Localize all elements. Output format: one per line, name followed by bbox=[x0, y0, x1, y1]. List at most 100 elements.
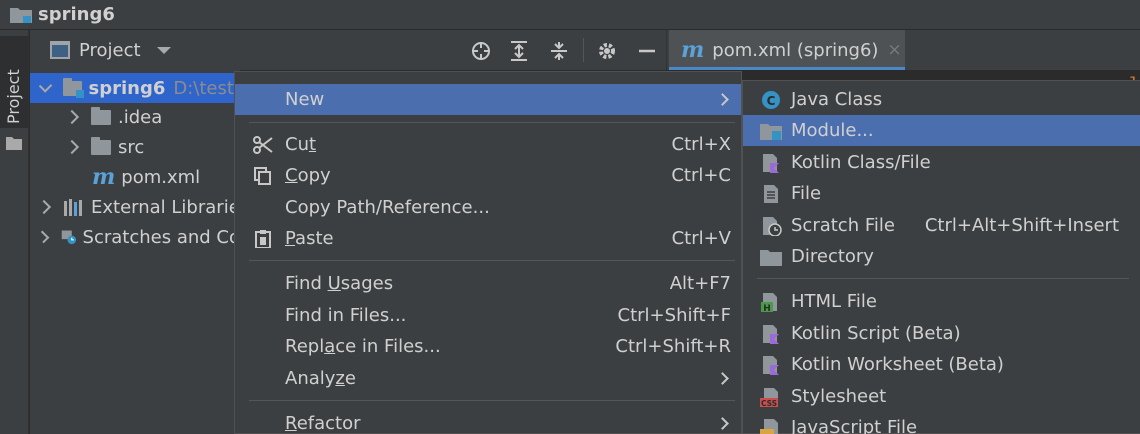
submenu-item-label: Kotlin Worksheet (Beta) bbox=[791, 354, 1004, 375]
menu-item-analyze[interactable]: Analyze bbox=[235, 363, 741, 394]
chevron-down-icon[interactable] bbox=[38, 78, 53, 93]
submenu-item-directory[interactable]: Directory bbox=[743, 241, 1140, 272]
tree-item-idea[interactable]: .idea bbox=[30, 102, 240, 132]
editor-tab-label: pom.xml (spring6) bbox=[712, 39, 879, 61]
scratch-file-icon bbox=[763, 217, 782, 236]
submenu-item-label: Directory bbox=[791, 246, 874, 267]
submenu-item-label: Scratch File bbox=[791, 215, 895, 236]
paste-icon bbox=[255, 230, 271, 248]
chevron-right-icon[interactable] bbox=[64, 139, 80, 155]
html-file-icon: H bbox=[761, 293, 777, 312]
tree-item-scratches[interactable]: Scratches and Co bbox=[30, 222, 240, 252]
editor-tab-pom[interactable]: m pom.xml (spring6) × bbox=[669, 30, 905, 70]
submenu-item-label: Module... bbox=[791, 120, 874, 141]
project-tool-tab[interactable]: Project bbox=[0, 36, 28, 128]
kotlin-file-icon bbox=[763, 154, 779, 173]
menu-item-shortcut: Ctrl+Shift+F bbox=[617, 305, 731, 326]
tree-item-pom[interactable]: m pom.xml bbox=[30, 162, 240, 192]
chevron-down-icon[interactable] bbox=[156, 46, 171, 54]
maven-icon: m bbox=[681, 37, 705, 63]
context-menu: New Cut Ctrl+X Copy Ctrl+C Copy Path/Ref… bbox=[234, 71, 742, 434]
menu-item-paste[interactable]: Paste Ctrl+V bbox=[235, 223, 741, 254]
menu-item-copy[interactable]: Copy Ctrl+C bbox=[235, 160, 741, 191]
menu-item-label: Cut bbox=[285, 134, 317, 155]
chevron-right-icon bbox=[716, 417, 729, 430]
submenu-item-kotlin-script[interactable]: Kotlin Script (Beta) bbox=[743, 318, 1140, 349]
submenu-item-module[interactable]: Module... bbox=[743, 115, 1140, 146]
submenu-item-kotlin-class[interactable]: Kotlin Class/File bbox=[743, 147, 1140, 178]
folder-icon[interactable] bbox=[6, 136, 22, 150]
expand-all-icon[interactable] bbox=[508, 40, 530, 62]
chevron-right-icon[interactable] bbox=[36, 199, 52, 215]
tree-root-spring6[interactable]: spring6 D:\test\ bbox=[30, 73, 240, 103]
directory-icon bbox=[760, 250, 782, 266]
menu-separator bbox=[249, 400, 735, 401]
menu-item-cut[interactable]: Cut Ctrl+X bbox=[235, 129, 741, 160]
locate-icon[interactable] bbox=[470, 40, 492, 62]
folder-icon bbox=[91, 136, 111, 155]
menu-item-replace-in-files[interactable]: Replace in Files... Ctrl+Shift+R bbox=[235, 331, 741, 362]
menu-item-copy-path[interactable]: Copy Path/Reference... bbox=[235, 192, 741, 223]
menu-item-refactor[interactable]: Refactor bbox=[235, 408, 741, 434]
chevron-right-icon bbox=[716, 372, 729, 385]
stylesheet-icon: CSS bbox=[760, 388, 778, 407]
submenu-item-javascript-file[interactable]: JavaScript File bbox=[743, 412, 1140, 434]
folder-icon bbox=[91, 106, 111, 125]
left-tool-strip: Project bbox=[0, 30, 29, 434]
menu-separator bbox=[249, 122, 735, 123]
tree-item-label: spring6 bbox=[88, 77, 166, 99]
project-panel-title[interactable]: Project bbox=[79, 40, 141, 61]
menu-item-find-usages[interactable]: Find Usages Alt+F7 bbox=[235, 268, 741, 299]
tree-item-label: src bbox=[118, 136, 145, 158]
submenu-item-kotlin-worksheet[interactable]: Kotlin Worksheet (Beta) bbox=[743, 349, 1140, 380]
menu-item-find-in-files[interactable]: Find in Files... Ctrl+Shift+F bbox=[235, 300, 741, 331]
menu-item-label: Find in Files... bbox=[285, 305, 407, 326]
menu-item-label: Paste bbox=[285, 228, 334, 249]
title-bar: spring6 bbox=[0, 0, 1140, 30]
collapse-all-icon[interactable] bbox=[548, 40, 570, 62]
gear-icon[interactable] bbox=[596, 40, 618, 62]
menu-item-shortcut: Ctrl+V bbox=[671, 228, 731, 249]
new-submenu: C Java Class Module... Kotlin Class/File… bbox=[742, 80, 1140, 434]
java-class-icon: C bbox=[762, 91, 780, 109]
submenu-item-html-file[interactable]: H HTML File bbox=[743, 286, 1140, 317]
maven-icon: m bbox=[92, 164, 116, 190]
kotlin-worksheet-icon bbox=[763, 356, 779, 375]
scissors-icon bbox=[253, 136, 273, 154]
tree-item-external-libraries[interactable]: External Librarie bbox=[30, 192, 240, 222]
submenu-item-label: JavaScript File bbox=[791, 417, 918, 434]
toolbar-divider bbox=[583, 38, 584, 62]
menu-item-shortcut: Ctrl+C bbox=[671, 165, 731, 186]
submenu-item-shortcut: Ctrl+Alt+Shift+Insert bbox=[924, 215, 1119, 236]
submenu-item-label: Kotlin Class/File bbox=[791, 152, 931, 173]
svg-text:CSS: CSS bbox=[761, 399, 777, 407]
tree-item-path: D:\test\ bbox=[173, 77, 240, 99]
project-folder-icon bbox=[10, 7, 32, 23]
submenu-item-stylesheet[interactable]: CSS Stylesheet bbox=[743, 381, 1140, 412]
menu-item-label: New bbox=[285, 89, 325, 110]
library-icon bbox=[64, 199, 82, 216]
copy-icon bbox=[254, 167, 271, 185]
chevron-right-icon[interactable] bbox=[36, 230, 50, 244]
menu-item-label: Copy Path/Reference... bbox=[285, 197, 490, 218]
tree-item-label: External Librarie bbox=[91, 196, 240, 218]
tree-item-label: pom.xml bbox=[121, 166, 201, 188]
tree-item-src[interactable]: src bbox=[30, 132, 240, 162]
project-tool-tab-label: Project bbox=[4, 69, 23, 124]
editor-tab-strip: m pom.xml (spring6) × bbox=[666, 30, 1140, 70]
submenu-item-label: Stylesheet bbox=[791, 386, 887, 407]
submenu-item-scratch-file[interactable]: Scratch File Ctrl+Alt+Shift+Insert bbox=[743, 210, 1140, 241]
chevron-right-icon[interactable] bbox=[64, 109, 80, 125]
submenu-item-file[interactable]: File bbox=[743, 178, 1140, 209]
close-icon[interactable]: × bbox=[887, 40, 901, 60]
menu-item-new[interactable]: New bbox=[235, 84, 741, 115]
submenu-item-label: File bbox=[791, 183, 822, 204]
svg-text:C: C bbox=[767, 94, 776, 108]
submenu-item-java-class[interactable]: C Java Class bbox=[743, 84, 1140, 115]
minimize-icon[interactable] bbox=[636, 40, 658, 62]
file-icon bbox=[764, 185, 778, 203]
module-icon bbox=[760, 124, 782, 140]
javascript-file-icon bbox=[760, 419, 778, 434]
tree-item-label: .idea bbox=[118, 106, 163, 128]
menu-separator bbox=[757, 278, 1129, 279]
